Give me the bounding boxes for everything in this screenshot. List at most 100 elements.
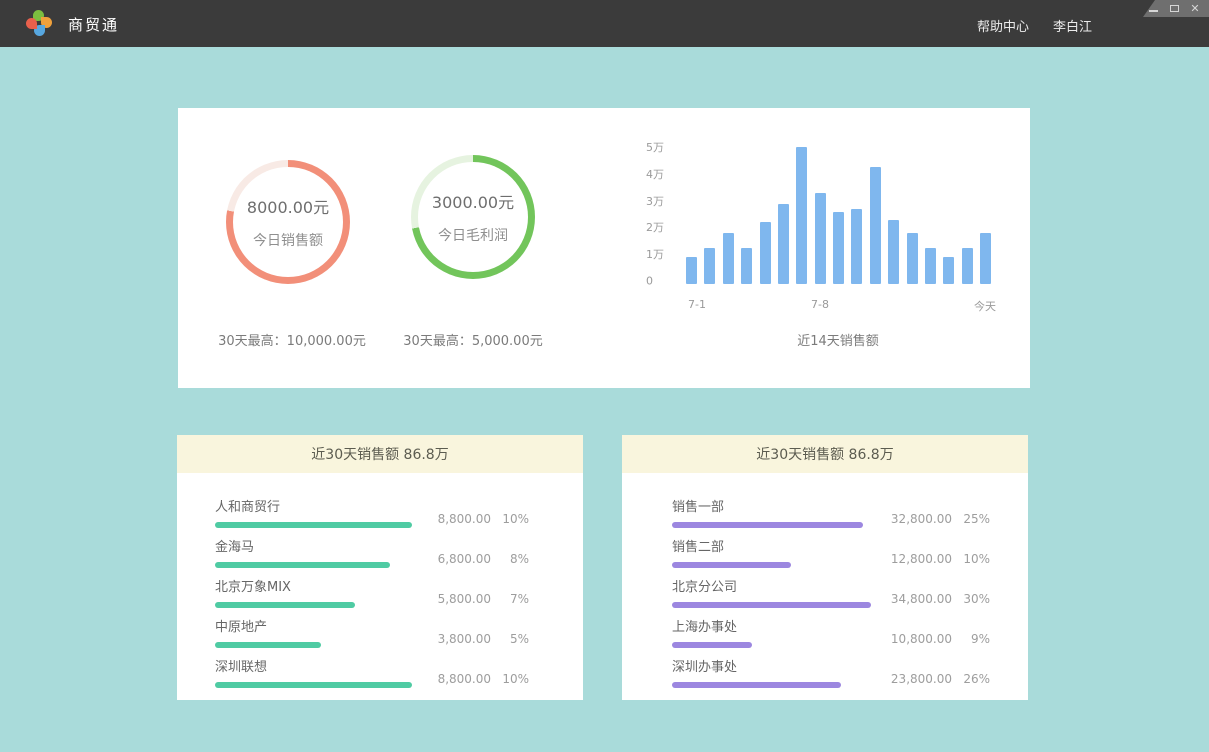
y-tick: 0 [646, 275, 653, 288]
list-item: 人和商贸行 8,800.00 10% [215, 488, 529, 528]
item-amount: 32,800.00 [891, 512, 952, 526]
logo-petal-coral [26, 18, 37, 29]
list-item: 销售一部 32,800.00 25% [672, 488, 990, 528]
department-sales-panel-title: 近30天销售额 86.8万 [622, 435, 1028, 473]
overview-panel: 8000.00元 今日销售额 30天最高：10,000.00元 3000.00元… [178, 108, 1030, 388]
bar-chart-x-axis: 7-1 7-8 今天 [686, 298, 991, 314]
bar [704, 248, 715, 284]
bar [907, 233, 918, 284]
department-sales-panel: 近30天销售额 86.8万 销售一部 32,800.00 25% 销售二部 12… [622, 435, 1028, 700]
item-bar [215, 602, 355, 608]
today-profit-30day-max: 30天最高：5,000.00元 [343, 330, 603, 349]
item-bar [215, 642, 321, 648]
today-profit-donut-chart: 3000.00元 今日毛利润 [411, 155, 535, 279]
y-tick: 4万 [646, 166, 664, 182]
item-percent: 26% [952, 672, 990, 686]
today-sales-value: 8000.00元 [247, 194, 329, 218]
item-bar [672, 642, 752, 648]
window-controls: ✕ [1143, 0, 1209, 17]
list-item: 销售二部 12,800.00 10% [672, 528, 990, 568]
bar [723, 233, 734, 284]
item-amount: 8,800.00 [438, 672, 491, 686]
close-icon[interactable]: ✕ [1189, 3, 1201, 14]
item-label: 深圳办事处 [672, 656, 841, 675]
bar [815, 193, 826, 284]
bar [980, 233, 991, 284]
bar [741, 248, 752, 284]
today-sales-label: 今日销售额 [253, 230, 323, 250]
bar [888, 220, 899, 284]
y-tick: 3万 [646, 193, 664, 209]
bar [686, 257, 697, 284]
list-item: 金海马 6,800.00 8% [215, 528, 529, 568]
item-label: 上海办事处 [672, 616, 752, 635]
list-item: 北京万象MIX 5,800.00 7% [215, 568, 529, 608]
department-sales-list: 销售一部 32,800.00 25% 销售二部 12,800.00 10% 北京… [622, 473, 1028, 688]
item-amount: 3,800.00 [438, 632, 491, 646]
bar [796, 147, 807, 284]
today-sales-donut-chart: 8000.00元 今日销售额 [226, 160, 350, 284]
item-amount: 8,800.00 [438, 512, 491, 526]
topbar-menu: 帮助中心 李白江 [977, 16, 1092, 35]
item-bar [672, 562, 791, 568]
list-item: 上海办事处 10,800.00 9% [672, 608, 990, 648]
today-profit-donut-center: 3000.00元 今日毛利润 [418, 162, 528, 272]
customer-sales-panel-title: 近30天销售额 86.8万 [177, 435, 583, 473]
item-percent: 25% [952, 512, 990, 526]
item-bar [672, 602, 871, 608]
item-label: 人和商贸行 [215, 496, 412, 515]
username-menu[interactable]: 李白江 [1053, 16, 1092, 35]
y-tick: 5万 [646, 139, 664, 155]
item-label: 金海马 [215, 536, 390, 555]
minimize-icon[interactable] [1147, 3, 1159, 14]
item-amount: 5,800.00 [438, 592, 491, 606]
item-amount: 12,800.00 [891, 552, 952, 566]
item-bar [215, 522, 412, 528]
item-amount: 34,800.00 [891, 592, 952, 606]
app-title: 商贸通 [68, 14, 119, 35]
item-percent: 10% [952, 552, 990, 566]
item-label: 北京分公司 [672, 576, 871, 595]
bar [962, 248, 973, 284]
item-bar [215, 562, 390, 568]
help-center-link[interactable]: 帮助中心 [977, 16, 1029, 35]
bar-chart-bars [686, 147, 991, 284]
item-amount: 6,800.00 [438, 552, 491, 566]
item-label: 北京万象MIX [215, 576, 355, 595]
y-tick: 2万 [646, 219, 664, 235]
today-profit-value: 3000.00元 [432, 189, 514, 213]
list-item: 北京分公司 34,800.00 30% [672, 568, 990, 608]
item-percent: 10% [491, 672, 529, 686]
item-percent: 10% [491, 512, 529, 526]
item-bar [672, 522, 863, 528]
item-label: 销售二部 [672, 536, 791, 555]
bar [943, 257, 954, 284]
list-item: 深圳联想 8,800.00 10% [215, 648, 529, 688]
list-item: 深圳办事处 23,800.00 26% [672, 648, 990, 688]
topbar: 商贸通 帮助中心 李白江 ✕ [0, 0, 1209, 47]
x-tick: 今天 [974, 298, 996, 314]
app-logo-pinwheel-icon [26, 10, 52, 36]
bar [760, 222, 771, 284]
bar-chart-caption: 近14天销售额 [708, 330, 968, 349]
maximize-icon[interactable] [1168, 3, 1180, 14]
item-percent: 30% [952, 592, 990, 606]
bar [833, 212, 844, 284]
item-percent: 5% [491, 632, 529, 646]
today-sales-donut-center: 8000.00元 今日销售额 [233, 167, 343, 277]
item-percent: 7% [491, 592, 529, 606]
x-tick: 7-8 [811, 298, 829, 311]
customer-sales-list: 人和商贸行 8,800.00 10% 金海马 6,800.00 8% 北京万象M… [177, 473, 583, 688]
customer-sales-panel: 近30天销售额 86.8万 人和商贸行 8,800.00 10% 金海马 6,8… [177, 435, 583, 700]
bar [925, 248, 936, 284]
bar [851, 209, 862, 284]
item-amount: 10,800.00 [891, 632, 952, 646]
today-profit-label: 今日毛利润 [438, 225, 508, 245]
bar [778, 204, 789, 284]
y-tick: 1万 [646, 246, 664, 262]
x-tick: 7-1 [688, 298, 706, 311]
item-bar [215, 682, 412, 688]
item-percent: 9% [952, 632, 990, 646]
item-label: 深圳联想 [215, 656, 412, 675]
item-amount: 23,800.00 [891, 672, 952, 686]
